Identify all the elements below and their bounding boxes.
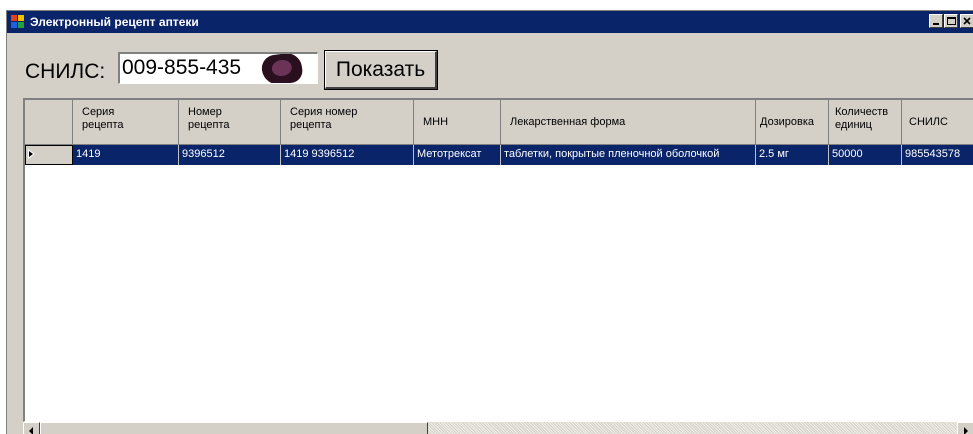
window-title: Электронный рецепт аптеки xyxy=(30,15,199,29)
close-button[interactable] xyxy=(960,14,973,28)
cell-series-number[interactable]: 1419 9396512 xyxy=(281,145,414,165)
chevron-right-icon xyxy=(964,427,968,434)
snils-input[interactable]: 009-855-435 xyxy=(118,52,318,84)
cell-number[interactable]: 9396512 xyxy=(179,145,281,165)
column-header-quantity[interactable]: Количеств единиц xyxy=(829,100,902,145)
desktop-background xyxy=(0,0,973,10)
column-header-series[interactable]: Серия рецепта xyxy=(73,100,179,145)
caption-buttons xyxy=(928,14,973,28)
app-icon xyxy=(11,15,25,29)
column-header-number-text: Номер рецепта xyxy=(188,106,230,131)
snils-label: СНИЛС: xyxy=(25,60,106,83)
column-header-inn-text: МНН xyxy=(423,116,449,128)
column-header-series-number[interactable]: Серия номер рецепта xyxy=(281,100,414,145)
close-icon xyxy=(963,17,971,25)
horizontal-scrollbar[interactable] xyxy=(23,422,973,434)
cell-snils[interactable]: 985543578 xyxy=(902,145,973,165)
cell-quantity[interactable]: 50000 xyxy=(829,145,902,165)
cell-form[interactable]: таблетки, покрытые пленочной оболочкой xyxy=(501,145,756,165)
maximize-icon xyxy=(947,17,956,25)
column-header-dosage-text: Дозировка xyxy=(760,116,815,128)
row-focus-frame xyxy=(25,145,73,165)
main-window: Электронный рецепт аптеки СНИЛС: 009-855… xyxy=(6,10,973,434)
column-header-snils-text: СНИЛС xyxy=(909,116,948,128)
column-header-dosage[interactable]: Дозировка xyxy=(756,100,829,145)
cell-series[interactable]: 1419 xyxy=(73,145,179,165)
title-bar[interactable]: Электронный рецепт аптеки xyxy=(7,11,973,33)
column-header-snils[interactable]: СНИЛС xyxy=(902,100,973,145)
scrollbar-thumb[interactable] xyxy=(40,422,428,434)
column-header-series-number-text: Серия номер рецепта xyxy=(290,106,358,131)
show-button[interactable]: Показать xyxy=(324,50,438,90)
prescription-grid[interactable]: Серия рецепта Номер рецепта Серия номер … xyxy=(23,98,973,422)
maximize-button[interactable] xyxy=(944,14,958,28)
redaction-mark xyxy=(260,54,304,83)
chevron-left-icon xyxy=(29,427,33,434)
column-header-inn[interactable]: МНН xyxy=(414,100,501,145)
column-header-series-text: Серия рецепта xyxy=(82,106,124,131)
column-header-form[interactable]: Лекарственная форма xyxy=(501,100,756,145)
column-header-quantity-text: Количеств единиц xyxy=(835,106,889,131)
column-header-number[interactable]: Номер рецепта xyxy=(179,100,281,145)
minimize-icon xyxy=(933,23,939,25)
grid-corner-header xyxy=(25,100,73,145)
column-header-form-text: Лекарственная форма xyxy=(510,116,626,128)
minimize-button[interactable] xyxy=(929,14,943,28)
scroll-left-button[interactable] xyxy=(23,422,40,434)
cell-dosage[interactable]: 2.5 мг xyxy=(756,145,829,165)
cell-inn[interactable]: Метотрексат xyxy=(414,145,501,165)
scroll-right-button[interactable] xyxy=(957,422,973,434)
snils-input-value: 009-855-435 xyxy=(122,56,242,79)
